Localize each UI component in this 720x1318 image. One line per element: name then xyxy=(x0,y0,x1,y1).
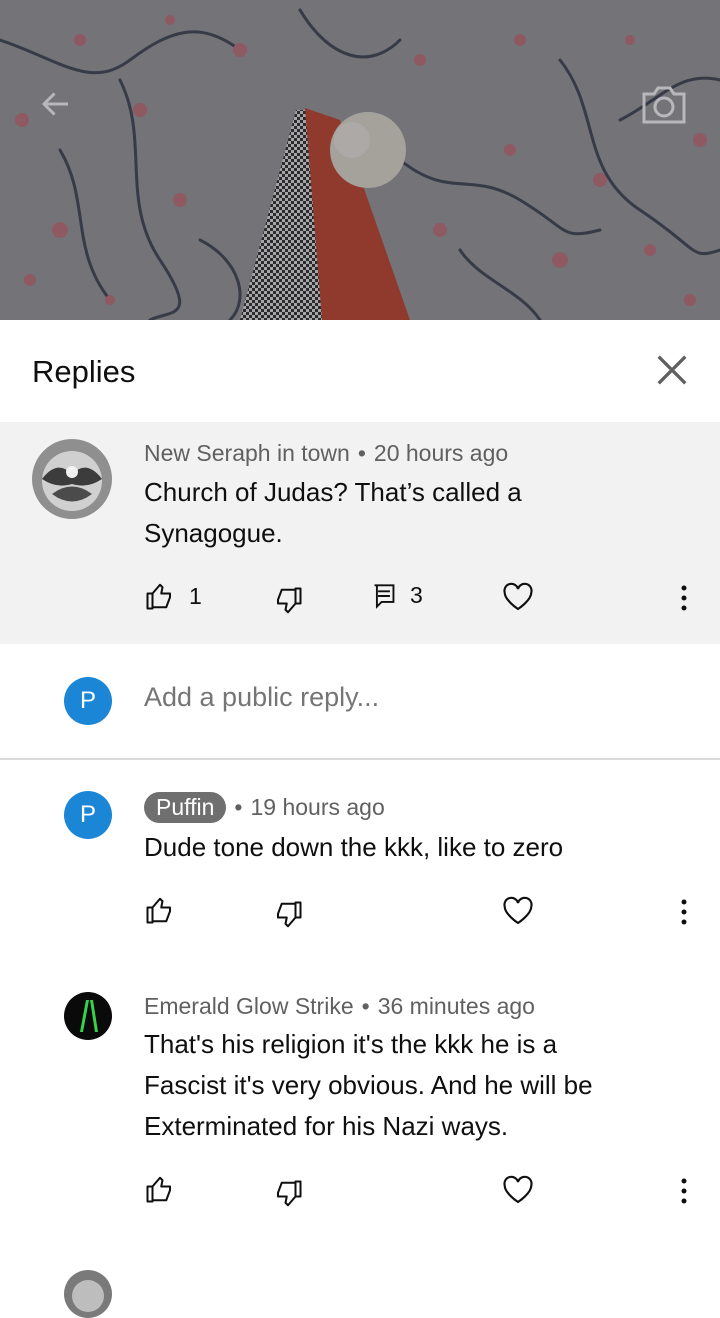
avatar: P xyxy=(64,677,112,725)
like-count: 1 xyxy=(189,582,202,609)
reply-composer: P xyxy=(0,644,720,760)
heart-icon xyxy=(503,582,533,611)
heart-button[interactable] xyxy=(502,1175,534,1205)
thumb-down-icon xyxy=(277,587,302,614)
thumb-down-icon xyxy=(277,1180,302,1207)
reply-time: 19 hours ago xyxy=(250,794,385,820)
comment-meta: New Seraph in town • 20 hours ago xyxy=(144,440,509,466)
avatar[interactable] xyxy=(64,1270,112,1318)
like-button[interactable]: 1 xyxy=(145,582,202,610)
reply-time: 36 minutes ago xyxy=(377,993,535,1019)
parent-comment: New Seraph in town • 20 hours ago Church o… xyxy=(0,422,720,644)
more-vert-icon[interactable] xyxy=(679,1176,689,1206)
avatar[interactable]: P xyxy=(64,791,112,839)
page-title: Replies xyxy=(32,354,136,389)
thumb-up-icon xyxy=(146,897,171,924)
reply-input[interactable] xyxy=(144,682,684,713)
reply-count-button[interactable]: 3 xyxy=(372,582,423,609)
back-arrow-icon[interactable] xyxy=(38,86,74,122)
comment-icon xyxy=(374,583,395,609)
reply-text: Dude tone down the kkk, like to zero xyxy=(144,832,564,862)
replies-header: Replies xyxy=(0,320,720,422)
video-player[interactable] xyxy=(0,0,720,320)
camera-icon[interactable] xyxy=(640,82,688,126)
heart-icon xyxy=(503,1175,533,1204)
heart-button[interactable] xyxy=(502,896,534,926)
reply-author[interactable]: Emerald Glow Strike xyxy=(144,993,354,1019)
dislike-button[interactable] xyxy=(273,1180,303,1208)
comment-text: Church of Judas? That’s called a Synagog… xyxy=(144,477,522,548)
more-vert-icon[interactable] xyxy=(679,583,689,613)
avatar[interactable] xyxy=(32,439,112,519)
avatar[interactable] xyxy=(64,992,112,1040)
comment-author[interactable]: New Seraph in town xyxy=(144,440,350,466)
thumb-up-icon xyxy=(146,1176,171,1203)
like-button[interactable] xyxy=(145,1175,175,1203)
like-button[interactable] xyxy=(145,896,175,924)
reply-author-badge[interactable]: Puffin xyxy=(144,792,227,823)
comment-time: 20 hours ago xyxy=(373,440,509,466)
thumb-down-icon xyxy=(277,901,302,928)
dislike-button[interactable] xyxy=(273,901,303,929)
reply-meta: Emerald Glow Strike • 36 minutes ago xyxy=(144,993,535,1019)
dislike-button[interactable] xyxy=(273,587,303,615)
heart-button[interactable] xyxy=(502,582,534,612)
close-icon[interactable] xyxy=(652,350,692,390)
reply-count: 3 xyxy=(410,582,423,608)
more-vert-icon[interactable] xyxy=(679,897,689,927)
thumb-up-icon xyxy=(146,583,171,610)
reply-text: That's his religion it's the kkk he is a… xyxy=(144,1029,593,1141)
heart-icon xyxy=(503,896,533,925)
reply-meta: Puffin • 19 hours ago xyxy=(144,792,385,823)
